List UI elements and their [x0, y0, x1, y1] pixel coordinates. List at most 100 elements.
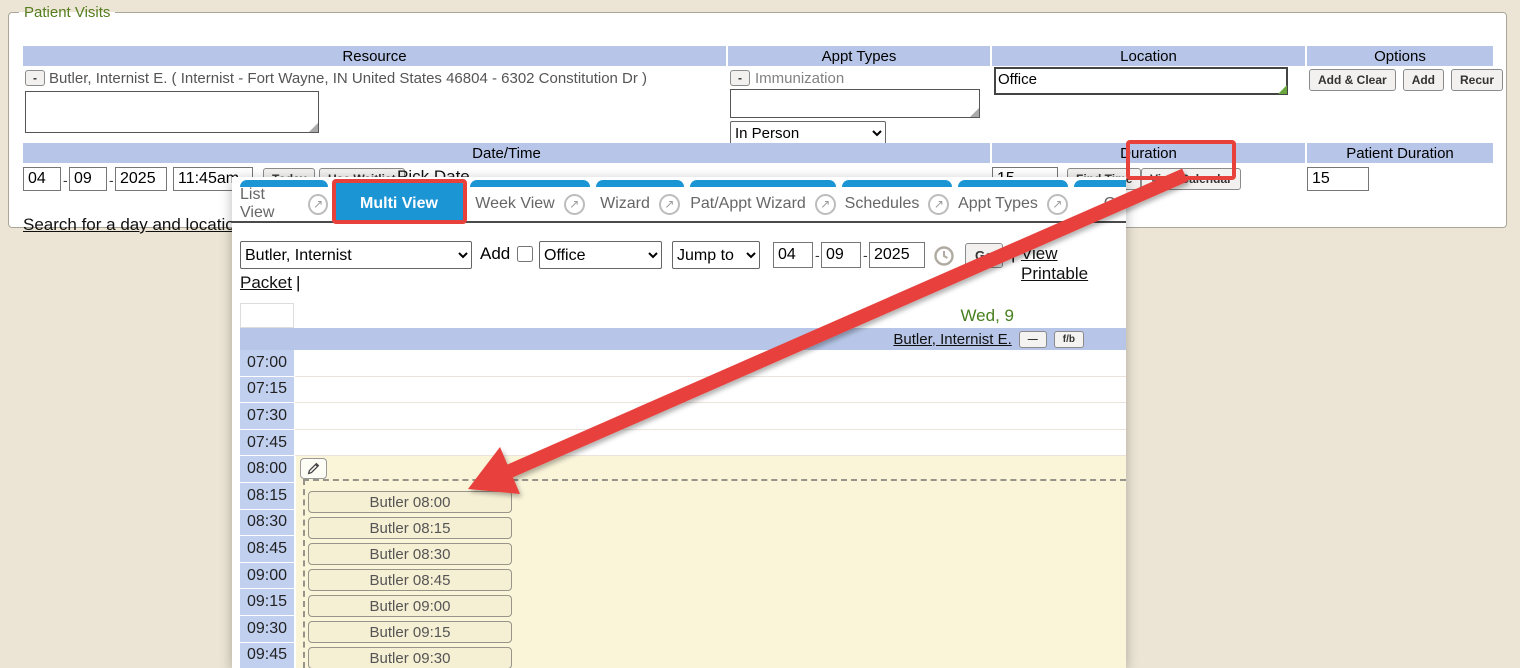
duration-header: Duration	[992, 143, 1305, 163]
edit-slot-button[interactable]	[300, 458, 327, 479]
resource-selected-text: Butler, Internist E. ( Internist - Fort …	[49, 70, 647, 87]
appointment-block: Butler 08:00 Butler 08:15 Butler 08:30 B…	[303, 479, 1126, 668]
time-label: 07:15	[240, 377, 294, 404]
view-printable-packet-link[interactable]: Packet	[240, 273, 292, 293]
time-label: 07:00	[240, 350, 294, 377]
go-button[interactable]: Go	[965, 243, 1003, 268]
add-resource-checkbox[interactable]	[517, 246, 533, 262]
open-in-new-icon[interactable]: ↗	[564, 194, 585, 215]
time-label: 08:15	[240, 483, 294, 510]
open-in-new-icon[interactable]: ↗	[308, 194, 328, 215]
appt-remove-button[interactable]: -	[730, 70, 750, 86]
page: Patient Visits Resource Appt Types Locat…	[0, 0, 1520, 668]
calendar-resource-link[interactable]: Butler, Internist E.	[893, 331, 1011, 348]
month-input[interactable]	[23, 167, 61, 191]
time-row: 07:00	[240, 350, 1126, 377]
tab-label: Appt Types	[958, 195, 1038, 213]
tab-schedules[interactable]: Schedules ↗	[842, 180, 952, 221]
collapse-column-button[interactable]: —	[1019, 331, 1047, 348]
slot-button[interactable]: Butler 08:30	[308, 543, 512, 565]
add-button[interactable]: Add	[1403, 69, 1444, 91]
tab-label: Pat/Appt Wizard	[690, 195, 806, 213]
tab-label: List View	[240, 186, 299, 222]
recur-button[interactable]: Recur	[1451, 69, 1503, 91]
tab-label: Wizard	[600, 195, 650, 213]
view-printable-packet-link[interactable]: View Printable	[1021, 244, 1126, 284]
slot-cell[interactable]	[294, 377, 1126, 404]
resource-search-wrap	[25, 91, 319, 133]
time-row: 07:45	[240, 430, 1126, 457]
time-label: 08:00	[240, 456, 294, 483]
resize-grip-icon[interactable]	[309, 123, 318, 132]
location-wrap: Office	[994, 67, 1288, 95]
time-label: 07:30	[240, 403, 294, 430]
resource-header: Resource	[23, 46, 726, 66]
slot-cell[interactable]	[294, 350, 1126, 377]
tab-calendar[interactable]: Ca	[1074, 180, 1126, 221]
resource-filter-select[interactable]: Butler, Internist	[240, 241, 472, 269]
resize-grip-icon[interactable]	[970, 108, 979, 117]
time-label: 09:30	[240, 616, 294, 643]
time-label: 09:45	[240, 643, 294, 668]
day-input[interactable]	[69, 167, 107, 191]
slot-button[interactable]: Butler 08:00	[308, 491, 512, 513]
clock-icon[interactable]	[933, 245, 955, 272]
resource-band: Butler, Internist E. — f/b	[240, 328, 1126, 350]
patient-duration-header: Patient Duration	[1307, 143, 1493, 163]
edit-icon	[307, 462, 320, 475]
jump-to-select[interactable]: Jump to	[672, 241, 760, 269]
tab-list-view[interactable]: List View ↗	[240, 180, 328, 221]
appt-search-input[interactable]	[730, 89, 980, 118]
tab-wizard[interactable]: Wizard ↗	[596, 180, 684, 221]
view-calendar-button[interactable]: View Calendar	[1141, 168, 1241, 190]
separator: |	[296, 273, 300, 293]
open-in-new-icon[interactable]: ↗	[928, 194, 949, 215]
open-in-new-icon[interactable]: ↗	[815, 194, 836, 215]
tab-pat-appt-wizard[interactable]: Pat/Appt Wizard ↗	[690, 180, 836, 221]
date-separator: -	[109, 172, 114, 188]
tab-multi-view[interactable]: Multi View	[334, 180, 464, 221]
panel-legend: Patient Visits	[19, 4, 115, 21]
location-header: Location	[992, 46, 1305, 66]
view-tabbar: List View ↗ Multi View Week View ↗ Wizar…	[232, 177, 1126, 223]
calendar-day-input[interactable]	[821, 242, 861, 268]
slot-cell[interactable]	[294, 403, 1126, 430]
time-label: 08:45	[240, 536, 294, 563]
location-filter-select[interactable]: Office	[539, 241, 662, 269]
time-label: 07:45	[240, 430, 294, 457]
appt-search-wrap	[730, 89, 980, 118]
location-input[interactable]: Office	[994, 67, 1288, 95]
free-busy-button[interactable]: f/b	[1054, 331, 1084, 348]
scheduler-window: List View ↗ Multi View Week View ↗ Wizar…	[232, 177, 1126, 668]
tab-appt-types[interactable]: Appt Types ↗	[958, 180, 1068, 221]
tab-week-view[interactable]: Week View ↗	[470, 180, 590, 221]
open-in-new-icon[interactable]: ↗	[659, 194, 680, 215]
slot-button[interactable]: Butler 08:45	[308, 569, 512, 591]
time-label: 09:15	[240, 589, 294, 616]
time-label: 08:30	[240, 510, 294, 537]
slot-button[interactable]: Butler 09:30	[308, 647, 512, 668]
time-row: 07:30	[240, 403, 1126, 430]
year-input[interactable]	[115, 167, 167, 191]
slot-button[interactable]: Butler 08:15	[308, 517, 512, 539]
resource-search-input[interactable]	[25, 91, 319, 133]
add-and-clear-button[interactable]: Add & Clear	[1309, 69, 1396, 91]
slot-button[interactable]: Butler 09:15	[308, 621, 512, 643]
day-header-row: Wed, 9	[240, 303, 1126, 328]
resize-grip-icon[interactable]	[1278, 85, 1287, 94]
time-row: 07:15	[240, 377, 1126, 404]
slot-button[interactable]: Butler 09:00	[308, 595, 512, 617]
options-buttons: Add & Clear Add Recur	[1309, 69, 1503, 91]
open-in-new-icon[interactable]: ↗	[1047, 194, 1068, 215]
slot-cell[interactable]	[294, 430, 1126, 457]
datetime-header: Date/Time	[23, 143, 990, 163]
resource-remove-button[interactable]: -	[25, 70, 45, 86]
date-separator: -	[63, 172, 68, 188]
time-label: 09:00	[240, 563, 294, 590]
patient-duration-input[interactable]	[1307, 167, 1369, 191]
calendar-year-input[interactable]	[869, 242, 925, 268]
time-gutter-corner	[240, 303, 294, 328]
calendar-month-input[interactable]	[773, 242, 813, 268]
search-day-location-link[interactable]: Search for a day and location	[23, 215, 244, 235]
tab-label: Multi View	[360, 195, 438, 213]
